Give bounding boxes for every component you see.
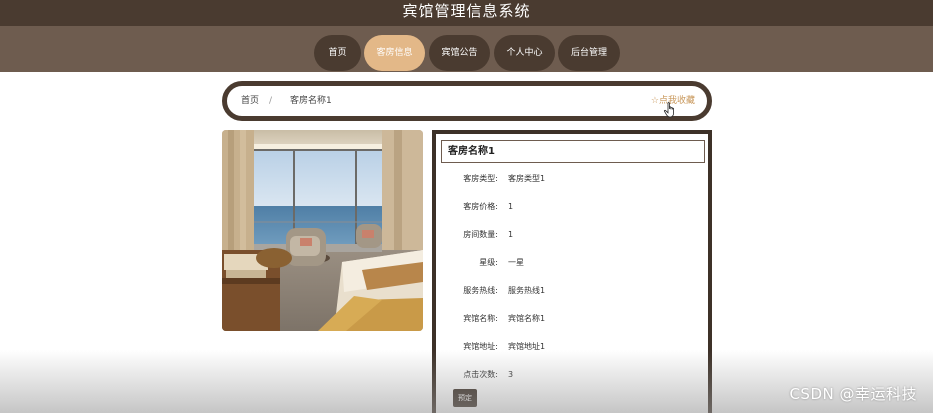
detail-label: 服务热线: (463, 286, 498, 295)
site-title: 宾馆管理信息系统 (402, 2, 531, 20)
detail-row-click-count: 点击次数: 3 (436, 369, 706, 381)
detail-value: 1 (508, 202, 514, 211)
detail-value: 一星 (508, 258, 524, 267)
detail-label: 点击次数: (463, 370, 498, 379)
detail-value: 3 (508, 370, 514, 379)
breadcrumb-home-link[interactable]: 首页 (241, 86, 259, 116)
breadcrumb-current: 客房名称1 (290, 96, 332, 106)
detail-value: 客房类型1 (508, 174, 546, 183)
detail-row-room-type: 客房类型: 客房类型1 (436, 173, 706, 185)
nav-item-announcements[interactable]: 宾馆公告 (429, 35, 490, 71)
nav-item-rooms[interactable]: 客房信息 (364, 35, 425, 71)
room-photo (222, 130, 423, 331)
nav-item-home[interactable]: 首页 (314, 35, 361, 71)
detail-row-room-price: 客房价格: 1 (436, 201, 706, 213)
detail-row-star-rating: 星级: 一星 (436, 257, 706, 269)
detail-row-hotel-address: 宾馆地址: 宾馆地址1 (436, 341, 706, 353)
detail-value: 宾馆地址1 (508, 342, 546, 351)
detail-label: 宾馆地址: (463, 342, 498, 351)
room-detail-title: 客房名称1 (441, 140, 705, 163)
main-nav: 首页 客房信息 宾馆公告 个人中心 后台管理 (0, 26, 933, 72)
breadcrumb-separator: / (269, 96, 273, 106)
nav-item-user-center[interactable]: 个人中心 (494, 35, 555, 71)
detail-value: 服务热线1 (508, 286, 546, 295)
detail-value: 宾馆名称1 (508, 314, 546, 323)
detail-label: 星级: (479, 258, 498, 267)
detail-label: 客房类型: (463, 174, 498, 183)
detail-row-room-count: 房间数量: 1 (436, 229, 706, 241)
detail-row-hotel-name: 宾馆名称: 宾馆名称1 (436, 313, 706, 325)
nav-item-admin[interactable]: 后台管理 (558, 35, 620, 71)
hand-cursor-icon (663, 102, 674, 118)
room-photo-image (222, 130, 423, 331)
watermark: CSDN @幸运科技 (789, 385, 917, 403)
room-detail-panel: 客房名称1 客房类型: 客房类型1 客房价格: 1 房间数量: 1 星级: 一星… (432, 130, 712, 413)
site-header: 宾馆管理信息系统 (0, 0, 933, 26)
detail-label: 客房价格: (463, 202, 498, 211)
detail-value: 1 (508, 230, 514, 239)
detail-label: 房间数量: (463, 230, 498, 239)
detail-label: 宾馆名称: (463, 314, 498, 323)
book-button[interactable]: 预定 (453, 389, 477, 407)
breadcrumb: 首页 / 客房名称1 ☆点我收藏 (222, 81, 712, 121)
detail-row-service-hotline: 服务热线: 服务热线1 (436, 285, 706, 297)
